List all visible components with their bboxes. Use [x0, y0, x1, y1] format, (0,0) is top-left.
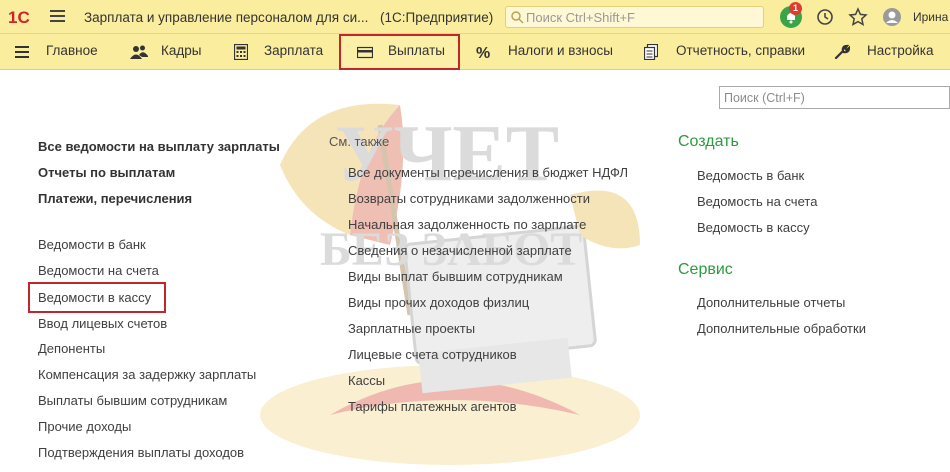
link-employee-accounts[interactable]: Лицевые счета сотрудников — [348, 347, 517, 362]
title-bar: 1С Зарплата и управление персоналом для … — [0, 0, 950, 34]
link-delay-compensation[interactable]: Компенсация за задержку зарплаты — [38, 367, 256, 382]
section-label: Настройка — [867, 43, 934, 58]
section-settings[interactable]: Настройка — [834, 34, 950, 70]
link-account-statements[interactable]: Ведомости на счета — [38, 263, 159, 278]
reports-icon — [644, 44, 658, 60]
link-uncredited-salary[interactable]: Сведения о незачисленной зарплате — [348, 243, 572, 258]
search-icon — [511, 11, 524, 24]
svg-text:УЧЕТ: УЧЕТ — [335, 110, 559, 198]
percent-icon: % — [476, 45, 490, 60]
user-avatar-icon[interactable] — [882, 7, 902, 27]
section-label: Главное — [46, 43, 98, 58]
link-ndfl-transfer-documents[interactable]: Все документы перечисления в бюджет НДФЛ — [348, 165, 628, 180]
link-payment-reports[interactable]: Отчеты по выплатам — [38, 165, 175, 180]
section-payments[interactable]: Выплаты — [339, 34, 460, 70]
section-label: Отчетность, справки — [676, 43, 806, 58]
section-reports[interactable]: Отчетность, справки — [644, 34, 814, 70]
service-group-title: Сервис — [678, 261, 733, 278]
notifications-bell-icon[interactable]: 1 — [780, 2, 802, 28]
section-main[interactable]: Главное — [14, 34, 114, 70]
section-label: Кадры — [161, 43, 202, 58]
sections-panel: Главное Кадры Зарплата Выплаты % Налоги … — [0, 34, 950, 70]
app-title: Зарплата и управление персоналом для си.… — [84, 10, 369, 25]
link-other-income[interactable]: Прочие доходы — [38, 419, 131, 434]
section-label: Налоги и взносы — [508, 43, 613, 58]
search-input[interactable] — [724, 90, 944, 106]
create-cash-statement[interactable]: Ведомость в кассу — [697, 220, 810, 235]
platform-label: (1С:Предприятие) — [380, 10, 494, 25]
section-label: Зарплата — [264, 43, 324, 58]
1c-logo[interactable]: 1С — [8, 7, 42, 27]
create-group-title: Создать — [678, 133, 739, 150]
highlight-frame — [28, 282, 166, 313]
calculator-icon — [234, 44, 248, 60]
link-former-payment-types[interactable]: Виды выплат бывшим сотрудникам — [348, 269, 563, 284]
history-icon[interactable] — [815, 7, 835, 27]
global-search[interactable] — [505, 6, 764, 28]
list-icon — [15, 46, 29, 58]
link-initial-salary-debt[interactable]: Начальная задолженность по зарплате — [348, 217, 586, 232]
link-additional-reports[interactable]: Дополнительные отчеты — [697, 295, 845, 310]
svg-text:%: % — [476, 45, 490, 60]
link-all-payroll-statements[interactable]: Все ведомости на выплату зарплаты — [38, 139, 280, 154]
global-search-input[interactable] — [526, 9, 756, 25]
link-income-payment-confirmations[interactable]: Подтверждения выплаты доходов — [38, 445, 244, 460]
section-salary[interactable]: Зарплата — [234, 34, 334, 70]
link-payment-agent-rates[interactable]: Тарифы платежных агентов — [348, 399, 517, 414]
section-label: Выплаты — [388, 43, 445, 58]
link-personal-accounts-input[interactable]: Ввод лицевых счетов — [38, 316, 167, 331]
menu-icon[interactable] — [50, 10, 65, 22]
create-bank-statement[interactable]: Ведомость в банк — [697, 168, 804, 183]
link-former-employee-payments[interactable]: Выплаты бывшим сотрудникам — [38, 393, 227, 408]
create-account-statement[interactable]: Ведомость на счета — [697, 194, 817, 209]
see-also-header: См. также — [329, 134, 390, 149]
link-other-income-types[interactable]: Виды прочих доходов физлиц — [348, 295, 529, 310]
people-icon — [130, 45, 148, 59]
section-personnel[interactable]: Кадры — [130, 34, 220, 70]
link-debt-returns[interactable]: Возвраты сотрудниками задолженности — [348, 191, 590, 206]
notification-count: 1 — [789, 2, 802, 15]
link-bank-statements[interactable]: Ведомости в банк — [38, 237, 146, 252]
wrench-icon — [834, 44, 850, 60]
section-taxes[interactable]: % Налоги и взносы — [476, 34, 616, 70]
link-cash-desks[interactable]: Кассы — [348, 373, 385, 388]
wallet-icon — [357, 46, 373, 59]
link-deponents[interactable]: Депоненты — [38, 341, 105, 356]
link-additional-processing[interactable]: Дополнительные обработки — [697, 321, 866, 336]
link-payments-transfers[interactable]: Платежи, перечисления — [38, 191, 192, 206]
link-salary-projects[interactable]: Зарплатные проекты — [348, 321, 475, 336]
star-icon[interactable] — [848, 7, 868, 27]
svg-text:1С: 1С — [8, 8, 30, 27]
user-name[interactable]: Ирина Б — [913, 10, 950, 24]
search-field[interactable] — [719, 86, 950, 109]
